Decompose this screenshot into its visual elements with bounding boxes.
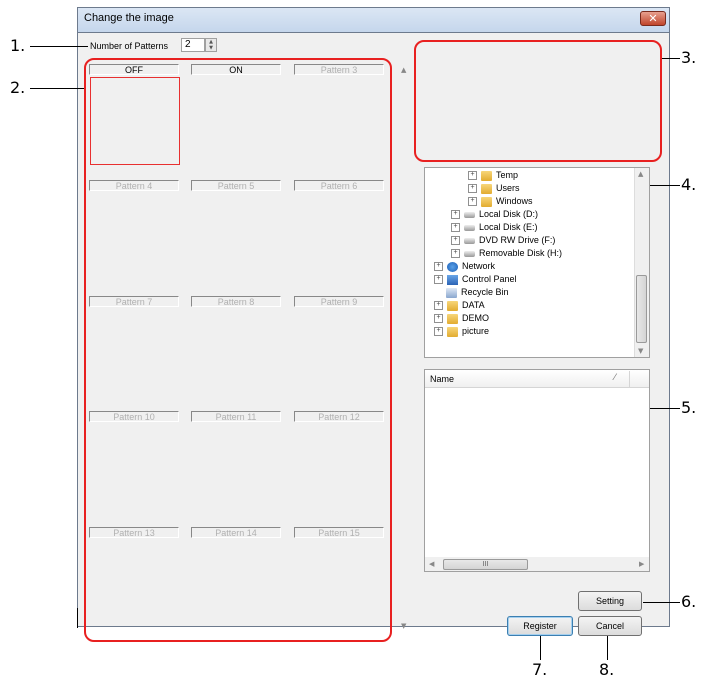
- tree-item[interactable]: + Control Panel: [434, 273, 562, 286]
- expand-icon[interactable]: +: [434, 314, 443, 324]
- file-list-hscroll-thumb[interactable]: III: [443, 559, 528, 570]
- expand-icon[interactable]: +: [451, 223, 460, 233]
- pattern-label-13[interactable]: Pattern 13: [89, 527, 179, 538]
- pattern-label-11[interactable]: Pattern 11: [191, 411, 281, 422]
- tree-item[interactable]: + Network: [434, 260, 562, 273]
- dialog-title: Change the image: [84, 12, 174, 24]
- pattern-scroll-up-icon[interactable]: ▲: [401, 66, 406, 74]
- pattern-label-6[interactable]: Pattern 6: [294, 180, 384, 191]
- pattern-label-9[interactable]: Pattern 9: [294, 296, 384, 307]
- pattern-label-off[interactable]: OFF: [89, 64, 179, 75]
- callout-6: 6.: [681, 592, 697, 611]
- pattern-label-15[interactable]: Pattern 15: [294, 527, 384, 538]
- callout-2: 2.: [10, 78, 26, 97]
- expand-icon[interactable]: +: [451, 236, 460, 246]
- pattern-label-10[interactable]: Pattern 10: [89, 411, 179, 422]
- folder-icon: [447, 300, 458, 311]
- callout-7-line: [540, 636, 541, 660]
- tree-item[interactable]: + DVD RW Drive (F:): [434, 234, 562, 247]
- removable-disk-icon: [464, 250, 475, 257]
- expand-icon[interactable]: +: [468, 184, 477, 194]
- tree-item[interactable]: + DEMO: [434, 312, 562, 325]
- callout-4: 4.: [681, 175, 697, 194]
- callout-8-line: [607, 636, 608, 660]
- callout-7: 7.: [532, 660, 548, 679]
- register-button[interactable]: Register: [507, 616, 573, 636]
- expand-icon[interactable]: +: [468, 171, 477, 181]
- sort-indicator-icon: ⁄: [614, 373, 616, 383]
- dialog-left-edge: [77, 608, 78, 628]
- callout-1-line: [30, 46, 88, 47]
- expand-icon[interactable]: +: [451, 210, 460, 220]
- folder-icon: [447, 326, 458, 337]
- setting-button[interactable]: Setting: [578, 591, 642, 611]
- dvd-icon: [464, 237, 475, 244]
- callout-2-line: [30, 88, 84, 89]
- pattern-label-4[interactable]: Pattern 4: [89, 180, 179, 191]
- callout-5-line: [650, 408, 680, 409]
- number-of-patterns-input[interactable]: 2: [181, 38, 205, 52]
- file-list[interactable]: [424, 369, 650, 572]
- disk-icon: [464, 211, 475, 218]
- pattern-label-on[interactable]: ON: [191, 64, 281, 75]
- pattern-label-14[interactable]: Pattern 14: [191, 527, 281, 538]
- spin-down-icon[interactable]: ▼: [206, 45, 216, 51]
- callout-5: 5.: [681, 398, 697, 417]
- pattern-label-5[interactable]: Pattern 5: [191, 180, 281, 191]
- folder-icon: [447, 313, 458, 324]
- callout-6-line: [643, 602, 680, 603]
- tree-item[interactable]: + Local Disk (E:): [434, 221, 562, 234]
- pattern-label-7[interactable]: Pattern 7: [89, 296, 179, 307]
- callout-4-line: [650, 185, 680, 186]
- image-preview: [414, 40, 662, 162]
- expand-icon[interactable]: +: [468, 197, 477, 207]
- number-of-patterns-label: Number of Patterns: [90, 41, 169, 51]
- pattern-label-12[interactable]: Pattern 12: [294, 411, 384, 422]
- tree-item[interactable]: + DATA: [434, 299, 562, 312]
- pattern-label-3[interactable]: Pattern 3: [294, 64, 384, 75]
- file-scroll-right-icon[interactable]: ▶: [639, 560, 644, 568]
- pattern-scroll-down-icon[interactable]: ▼: [401, 622, 406, 630]
- recycle-bin-icon: [446, 287, 457, 298]
- tree-item[interactable]: + Removable Disk (H:): [434, 247, 562, 260]
- callout-1: 1.: [10, 36, 26, 55]
- cancel-button[interactable]: Cancel: [578, 616, 642, 636]
- tree-item[interactable]: + Local Disk (D:): [434, 208, 562, 221]
- close-button[interactable]: ✕: [640, 11, 666, 26]
- control-panel-icon: [447, 274, 458, 285]
- number-of-patterns-stepper[interactable]: ▲ ▼: [205, 38, 217, 52]
- file-scroll-left-icon[interactable]: ◀: [429, 560, 434, 568]
- folder-icon: [481, 196, 492, 207]
- expand-icon[interactable]: +: [434, 275, 443, 285]
- callout-8: 8.: [599, 660, 615, 679]
- tree-item[interactable]: Recycle Bin: [434, 286, 562, 299]
- tree-item[interactable]: + Users: [434, 182, 562, 195]
- column-divider: [629, 371, 630, 387]
- pattern-thumbnail-selected[interactable]: [90, 77, 180, 165]
- disk-icon: [464, 224, 475, 231]
- tree-item[interactable]: + picture: [434, 325, 562, 338]
- expand-icon[interactable]: +: [434, 327, 443, 337]
- tree-scroll-down-icon[interactable]: ▼: [638, 347, 643, 355]
- callout-3-line: [662, 58, 680, 59]
- expand-icon[interactable]: +: [451, 249, 460, 259]
- expand-icon[interactable]: +: [434, 301, 443, 311]
- tree-scroll-up-icon[interactable]: ▲: [638, 170, 643, 178]
- folder-icon: [481, 170, 492, 181]
- tree-item[interactable]: + Temp: [434, 169, 562, 182]
- callout-3: 3.: [681, 48, 697, 67]
- network-icon: [447, 261, 458, 272]
- tree-scroll-thumb[interactable]: [636, 275, 647, 343]
- folder-tree-items: + Temp + Users + Windows + Local Disk (D:) +…: [434, 169, 562, 338]
- expand-icon[interactable]: +: [434, 262, 443, 272]
- tree-item[interactable]: + Windows: [434, 195, 562, 208]
- folder-icon: [481, 183, 492, 194]
- pattern-label-8[interactable]: Pattern 8: [191, 296, 281, 307]
